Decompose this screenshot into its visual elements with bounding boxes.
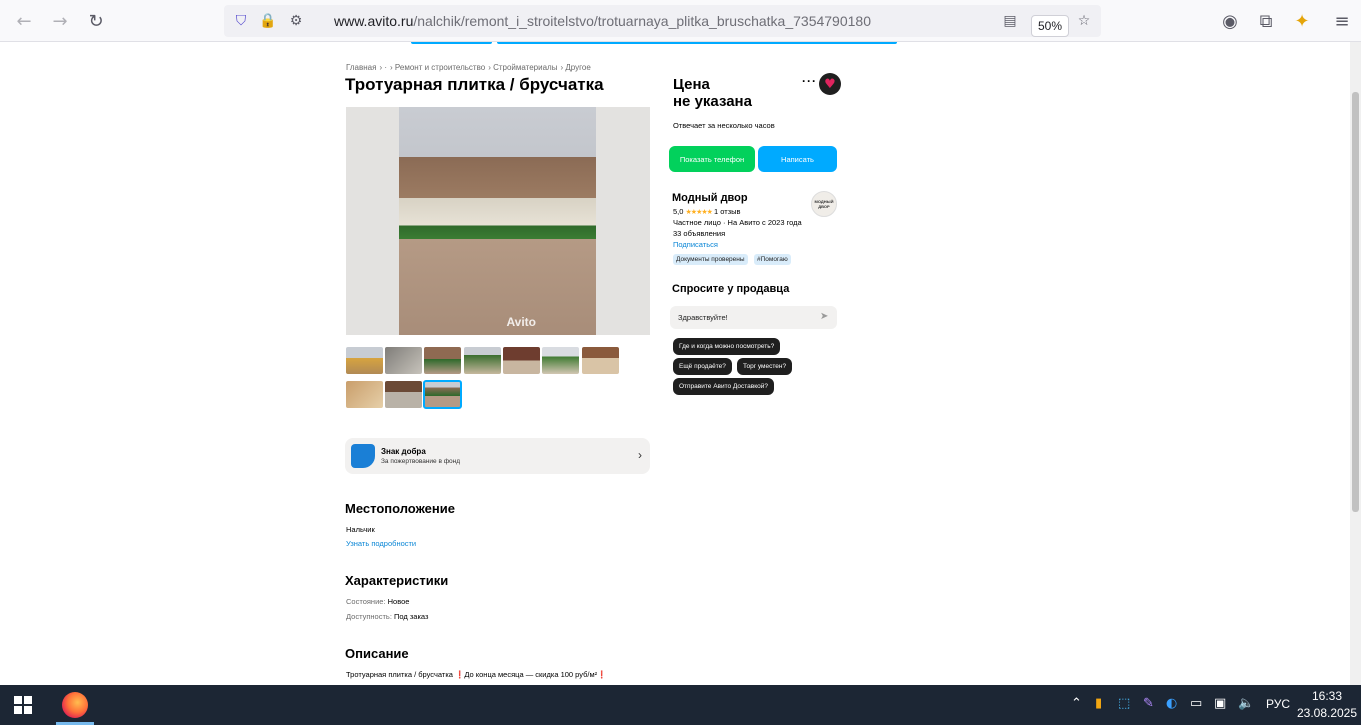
breadcrumb-home[interactable]: Главная: [346, 63, 376, 72]
page-title: Тротуарная плитка / брусчатка: [345, 75, 604, 94]
chevron-right-icon: ›: [638, 448, 642, 462]
bookmark-star-icon[interactable]: ☆: [1075, 12, 1093, 30]
clock-date: 23.08.2025: [1296, 706, 1358, 720]
battery-icon[interactable]: ▭: [1190, 696, 1202, 711]
description-heading: Описание: [345, 646, 409, 661]
seller-avatar[interactable]: МОДНЫЙ ДВОР: [811, 191, 837, 217]
quick-question-chip[interactable]: Торг уместен?: [737, 358, 793, 375]
ask-seller-heading: Спросите у продавца: [672, 283, 790, 295]
characteristic-condition: Состояние: Новое: [346, 597, 410, 606]
thumbnail-selected[interactable]: [423, 380, 462, 409]
photo-watermark: Avito: [506, 315, 536, 329]
page-scrollbar[interactable]: [1350, 42, 1361, 685]
ask-seller-input[interactable]: [670, 306, 837, 329]
extensions-icon[interactable]: ⧉: [1254, 9, 1278, 33]
send-icon[interactable]: ➤: [820, 311, 828, 322]
address-bar[interactable]: ⛉ 🔒 ⚙ www.avito.ru/nalchik/remont_i_stro…: [224, 5, 1101, 37]
app-tray-icon[interactable]: ▮: [1095, 696, 1102, 711]
clock[interactable]: 16:33 23.08.2025: [1296, 688, 1358, 722]
snipping-tool-icon[interactable]: ⬚: [1118, 696, 1130, 711]
seller-name[interactable]: Модный двор: [672, 192, 748, 204]
price: Цена не указана: [673, 76, 752, 110]
language-indicator[interactable]: РУС: [1266, 697, 1290, 711]
forward-icon[interactable]: →: [48, 9, 72, 33]
windows-start-icon[interactable]: [14, 696, 32, 714]
pen-icon[interactable]: ✎: [1143, 696, 1154, 711]
quick-question-chip[interactable]: Где и когда можно посмотреть?: [673, 338, 781, 355]
url-text[interactable]: www.avito.ru/nalchik/remont_i_stroitelst…: [334, 13, 871, 29]
seller-since: Частное лицо · На Авито с 2023 года: [673, 218, 802, 227]
thumbnail[interactable]: [424, 347, 461, 374]
characteristic-availability: Доступность: Под заказ: [346, 612, 429, 621]
photo-gallery[interactable]: Avito: [346, 107, 650, 335]
seller-rating[interactable]: 5,0 ★★★★★ 1 отзыв: [673, 207, 741, 216]
write-message-button[interactable]: Написать: [758, 146, 837, 172]
zoom-level[interactable]: 50%: [1031, 15, 1070, 37]
charity-subtitle: За пожертвование в фонд: [381, 458, 461, 465]
breadcrumb-collapsed[interactable]: ·: [384, 63, 387, 72]
header-search-fragment[interactable]: [497, 42, 897, 44]
charity-banner[interactable]: Знак добра За пожертвование в фонд ›: [345, 438, 650, 474]
location-details-link[interactable]: Узнать подробности: [346, 539, 416, 548]
lock-icon[interactable]: 🔒: [259, 12, 277, 30]
reply-time: Отвечает за несколько часов: [673, 121, 775, 130]
firefox-icon[interactable]: [62, 692, 88, 718]
tray-overflow-chevron-icon[interactable]: ⌃: [1071, 696, 1082, 711]
main-photo[interactable]: Avito: [399, 107, 596, 335]
permissions-icon[interactable]: ⚙: [287, 12, 305, 30]
thumbnail[interactable]: [385, 381, 422, 408]
thumbnail[interactable]: [346, 347, 383, 374]
quick-question-chip[interactable]: Ещё продаёте?: [673, 358, 732, 375]
thumbnail[interactable]: [464, 347, 501, 374]
thumbnail[interactable]: [503, 347, 540, 374]
rating-stars-icon: ★★★★★: [685, 208, 713, 216]
gallery-next-area[interactable]: [596, 107, 650, 335]
badge-documents-verified: Документы проверены: [673, 254, 748, 265]
rocket-icon[interactable]: ✦: [1290, 9, 1314, 33]
breadcrumb: Главная › · › Ремонт и строительство › Стро…: [346, 63, 591, 72]
location-city: Нальчик: [346, 525, 375, 534]
breadcrumb-repair[interactable]: Ремонт и строительство: [395, 63, 485, 72]
characteristics-heading: Характеристики: [345, 573, 449, 588]
breadcrumb-other[interactable]: Другое: [565, 63, 590, 72]
tracking-protection-icon[interactable]: ⛉: [232, 12, 250, 30]
thumbnail[interactable]: [385, 347, 422, 374]
thumbnail[interactable]: [582, 347, 619, 374]
browser-toolbar: ← → ↻ ⛉ 🔒 ⚙ www.avito.ru/nalchik/remont_…: [0, 0, 1361, 42]
location-heading: Местоположение: [345, 501, 455, 516]
taskbar: ⌃ ▮ ⬚ ✎ ◐ ▭ ▣ 🔈 РУС 16:33 23.08.2025: [0, 685, 1361, 725]
breadcrumb-materials[interactable]: Стройматериалы: [493, 63, 557, 72]
more-options-icon[interactable]: ···: [802, 74, 817, 88]
volume-icon[interactable]: 🔈: [1238, 696, 1254, 711]
reader-view-icon[interactable]: ▤: [1001, 12, 1019, 30]
badge-helping: #Помогаю: [754, 254, 791, 265]
show-phone-button[interactable]: Показать телефон: [669, 146, 755, 172]
quick-question-chip[interactable]: Отправите Авито Доставкой?: [673, 378, 775, 395]
heart-shield-icon: [351, 444, 375, 468]
menu-icon[interactable]: ≡: [1330, 9, 1354, 33]
reload-icon[interactable]: ↻: [84, 9, 108, 33]
seller-listings-count[interactable]: 33 объявления: [673, 229, 725, 238]
description-text: Тротуарная плитка / брусчатка ❗До конца …: [346, 670, 607, 679]
account-icon[interactable]: ◉: [1218, 9, 1242, 33]
header-button-fragment[interactable]: [411, 42, 492, 44]
edge-icon[interactable]: ◐: [1166, 696, 1177, 711]
charity-title: Знак добра: [381, 447, 426, 456]
clock-time: 16:33: [1311, 689, 1343, 703]
thumbnail[interactable]: [542, 347, 579, 374]
gallery-prev-area[interactable]: [346, 107, 399, 335]
thumbnail[interactable]: [346, 381, 383, 408]
favorite-heart-icon[interactable]: ♥: [819, 73, 841, 95]
web-page: Главная › · › Ремонт и строительство › Стро…: [0, 42, 1350, 685]
network-icon[interactable]: ▣: [1214, 696, 1226, 711]
scrollbar-thumb[interactable]: [1352, 92, 1359, 512]
back-icon[interactable]: ←: [12, 9, 36, 33]
subscribe-link[interactable]: Подписаться: [673, 240, 718, 249]
